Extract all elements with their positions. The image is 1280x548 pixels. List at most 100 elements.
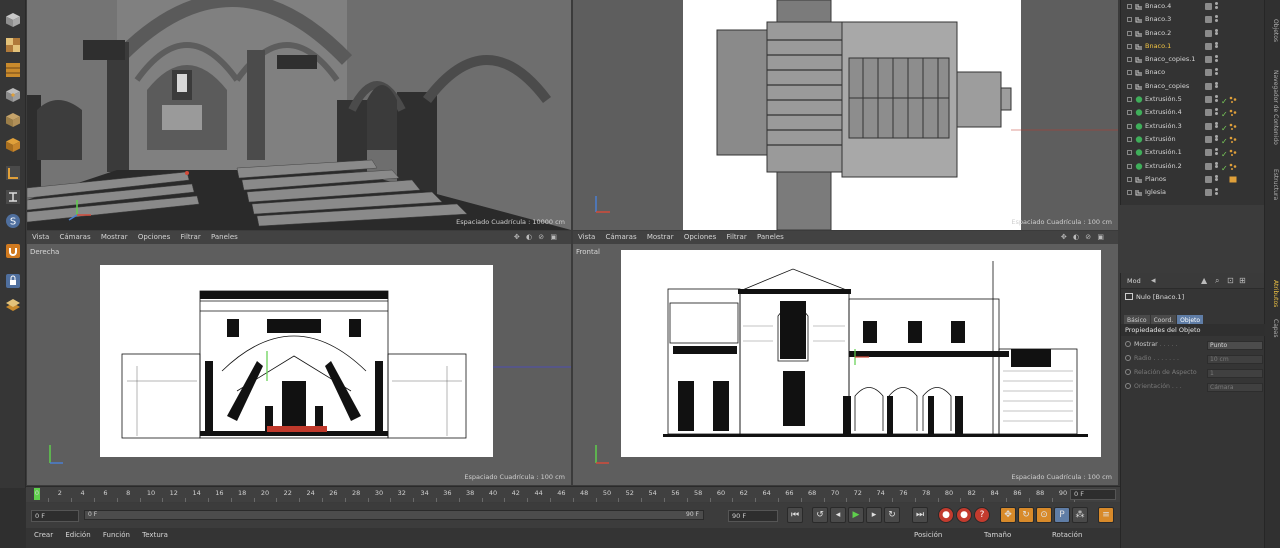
tab-objetos[interactable]: Objetos [1267,6,1279,56]
visibility-dots-icon[interactable] [1215,2,1218,11]
object-row[interactable]: Bnaco.2 [1121,27,1264,40]
visibility-dots-icon[interactable] [1215,15,1218,24]
expand-icon[interactable] [1127,123,1132,129]
visibility-dots-icon[interactable] [1215,28,1218,38]
object-row[interactable]: Extrusión.3 ✓ [1121,120,1264,133]
start-frame-field[interactable]: 0 F [31,510,79,522]
search-icon[interactable]: ⌕ [1215,273,1219,289]
visibility-dots-icon[interactable] [1215,108,1218,117]
radio-icon[interactable] [1125,355,1131,361]
prop-orientacion-select[interactable]: Cámara [1207,382,1263,392]
step-back-icon[interactable]: ◂ [830,507,846,523]
object-row[interactable]: Bnaco.4 [1121,0,1264,13]
layer-visibility-icon[interactable] [1205,189,1212,197]
object-row[interactable]: Extrusión.1 ✓ [1121,146,1264,159]
lock-icon[interactable]: ⊡ [1227,273,1234,289]
viewport-top[interactable]: Espaciado Cuadrícula : 100 cm [573,0,1118,230]
checker-icon[interactable] [3,35,23,55]
layer-visibility-icon[interactable] [1205,135,1212,143]
object-row[interactable]: Planos [1121,173,1264,186]
viewport-perspective[interactable]: Espaciado Cuadrícula : 10000 cm [27,0,571,230]
object-row[interactable]: Extrusión.4 ✓ [1121,106,1264,119]
polygons-mode-icon[interactable] [3,135,23,155]
points-mode-icon[interactable] [3,85,23,105]
menu-edicion[interactable]: Edición [65,531,90,539]
layer-visibility-icon[interactable] [1205,162,1212,170]
menu-textura[interactable]: Textura [142,531,168,539]
visibility-dots-icon[interactable] [1215,121,1218,131]
visibility-dots-icon[interactable] [1215,134,1218,144]
position-key-icon[interactable]: ✥ [1000,507,1016,523]
lock-icon[interactable] [3,271,23,291]
timeline-window-icon[interactable]: ≡ [1098,507,1114,523]
visibility-dots-icon[interactable] [1215,174,1218,184]
rotation-key-icon[interactable]: ↻ [1018,507,1034,523]
expand-icon[interactable] [1127,176,1132,182]
phong-tag-icon[interactable] [1229,149,1237,157]
workplane-icon[interactable] [3,295,23,315]
point-level-icon[interactable]: ⁂ [1072,507,1088,523]
texture-icon[interactable] [3,60,23,80]
expand-icon[interactable] [1127,30,1132,36]
expand-icon[interactable] [1127,150,1132,156]
layer-visibility-icon[interactable] [1205,175,1212,183]
visibility-dots-icon[interactable] [1215,55,1218,64]
visibility-dots-icon[interactable] [1215,95,1218,104]
visibility-dots-icon[interactable] [1215,68,1218,77]
record-icon[interactable]: ● [938,507,954,523]
tab-capas[interactable]: Capas [1267,316,1279,340]
layer-visibility-icon[interactable] [1205,29,1212,37]
end-frame-field[interactable]: 90 F [728,510,778,522]
object-row[interactable]: Iglesia [1121,186,1264,199]
texture-tag-icon[interactable] [1229,176,1237,183]
radio-icon[interactable] [1125,383,1131,389]
radio-icon[interactable] [1125,369,1131,375]
viewport-front[interactable]: Vista Cámaras Mostrar Opciones Filtrar P… [573,231,1118,485]
expand-icon[interactable] [1127,57,1132,63]
tab-estructura[interactable]: Estructura [1267,160,1279,210]
tab-atributos[interactable]: Atributos [1267,276,1279,312]
smoothing-icon[interactable]: S [3,211,23,231]
object-row[interactable]: Extrusión.2 ✓ [1121,160,1264,173]
visibility-dots-icon[interactable] [1215,81,1218,91]
visibility-dots-icon[interactable] [1215,161,1218,171]
object-row[interactable]: Bnaco [1121,66,1264,79]
prop-mostrar-select[interactable]: Punto [1207,340,1263,350]
phong-tag-icon[interactable] [1229,136,1237,143]
mode-menu[interactable]: Mod [1127,277,1141,285]
scale-key-icon[interactable]: ⊙ [1036,507,1052,523]
magnet-icon[interactable] [3,241,23,261]
go-to-end-icon[interactable]: ⏭ [912,507,928,523]
expand-icon[interactable] [1127,43,1132,49]
visibility-dots-icon[interactable] [1215,188,1218,197]
go-to-start-icon[interactable]: ⏮ [787,507,803,523]
expand-icon[interactable] [1127,17,1132,23]
layer-visibility-icon[interactable] [1205,3,1212,10]
expand-icon[interactable] [1127,136,1132,142]
autokey-icon[interactable]: ● [956,507,972,523]
expand-icon[interactable] [1127,97,1132,103]
layer-visibility-icon[interactable] [1205,122,1212,130]
object-row[interactable]: Bnaco.3 [1121,13,1264,26]
snap-icon[interactable] [3,187,23,207]
tab-navegador[interactable]: Navegador de Contenido [1267,60,1279,155]
expand-icon[interactable] [1127,190,1132,196]
layer-visibility-icon[interactable] [1205,42,1212,50]
up-arrow-icon[interactable]: ▲ [1201,273,1207,289]
menu-funcion[interactable]: Función [103,531,130,539]
visibility-dots-icon[interactable] [1215,148,1218,157]
phong-tag-icon[interactable] [1229,96,1237,104]
expand-icon[interactable] [1127,110,1132,116]
preview-range-slider[interactable]: 0 F 90 F [84,510,704,520]
axis-mode-icon[interactable] [3,163,23,183]
next-key-icon[interactable]: ↻ [884,507,900,523]
menu-crear[interactable]: Crear [34,531,53,539]
viewport-right[interactable]: Vista Cámaras Mostrar Opciones Filtrar P… [27,231,571,485]
phong-tag-icon[interactable] [1229,109,1237,117]
layer-visibility-icon[interactable] [1205,149,1212,157]
expand-icon[interactable] [1127,70,1132,76]
layer-visibility-icon[interactable] [1205,109,1212,117]
timeline-ruler[interactable]: 0 2 4 6 8 10 12 14 16 18 20 22 24 26 28 30 32 34 36 38 40 42 4… [26,486,1120,502]
layer-visibility-icon[interactable] [1205,56,1212,64]
phong-tag-icon[interactable] [1229,123,1237,130]
